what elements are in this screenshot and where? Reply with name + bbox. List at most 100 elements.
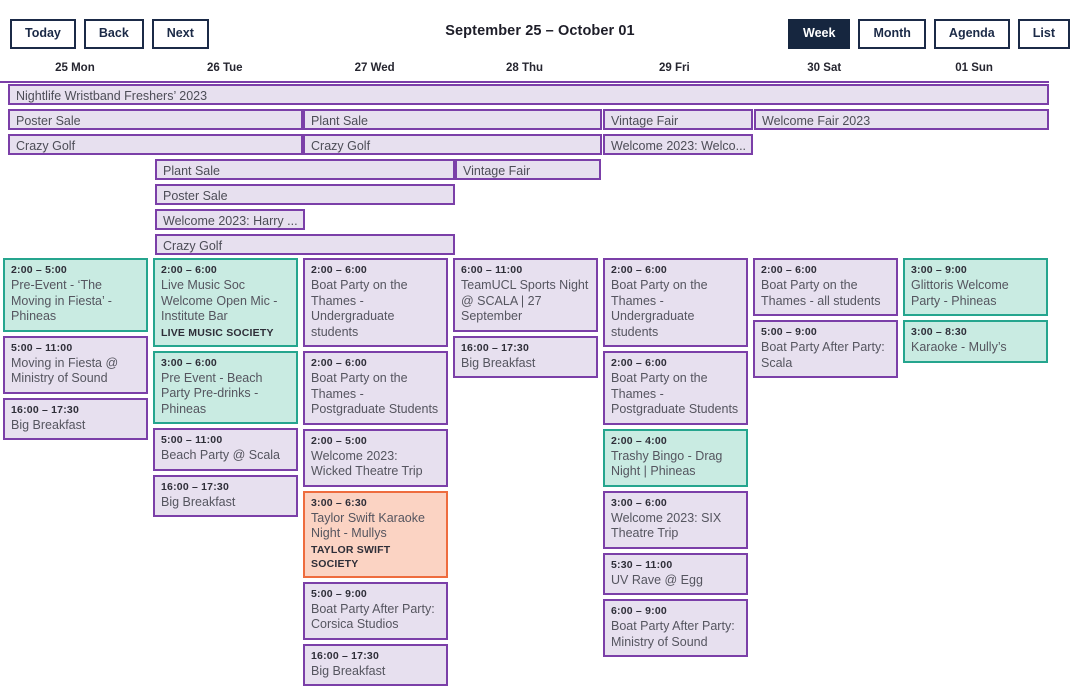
today-button[interactable]: Today [10, 19, 76, 49]
event-title: Pre-Event - ‘The Moving in Fiesta’ - Phi… [11, 278, 112, 323]
event-time: 6:00 – 9:00 [611, 605, 667, 617]
day-header-2[interactable]: 27 Wed [300, 62, 450, 81]
event-title: Boat Party After Party: Scala [761, 340, 885, 370]
event-time: 2:00 – 5:00 [11, 264, 67, 276]
event-time: 6:00 – 11:00 [461, 264, 523, 276]
event-title: Boat Party on the Thames - all students [761, 278, 881, 308]
event-time: 3:00 – 6:30 [311, 496, 367, 509]
all-day-event[interactable]: Welcome 2023: Harry ... [155, 209, 305, 230]
calendar-event[interactable]: 16:00 – 17:30 Big Breakfast [3, 397, 148, 440]
day-header-1[interactable]: 26 Tue [150, 62, 300, 81]
event-time: 5:00 – 11:00 [161, 434, 223, 446]
calendar-event[interactable]: 2:00 – 5:00 Welcome 2023: Wicked Theatre … [303, 428, 448, 487]
all-day-event[interactable]: Crazy Golf [155, 234, 455, 255]
event-society: LIVE MUSIC SOCIETY [161, 326, 274, 339]
calendar-event[interactable]: 5:30 – 11:00 UV Rave @ Egg [603, 552, 748, 595]
calendar-event[interactable]: 2:00 – 6:00 Live Music Soc Welcome Open M… [153, 258, 298, 347]
calendar-event[interactable]: 5:00 – 11:00 Moving in Fiesta @ Ministry … [3, 335, 148, 394]
calendar-event[interactable]: 16:00 – 17:30 Big Breakfast [153, 474, 298, 517]
all-day-row: Plant Sale Vintage Fair [0, 158, 1049, 183]
event-title: Live Music Soc Welcome Open Mic - Instit… [161, 278, 278, 323]
event-title: Boat Party on the Thames - Postgraduate … [611, 371, 739, 416]
all-day-row: Crazy Golf [0, 233, 1049, 258]
week-calendar: 25 Mon 26 Tue 27 Wed 28 Thu 29 Fri 30 Sat 01 S… [0, 62, 1049, 686]
event-time: 16:00 – 17:30 [11, 403, 79, 416]
event-title: Moving in Fiesta @ Ministry of Sound [11, 355, 119, 386]
event-time: 2:00 – 6:00 [311, 357, 367, 369]
event-time: 3:00 – 6:00 [611, 496, 667, 509]
all-day-event[interactable]: Poster Sale [8, 109, 303, 130]
view-agenda-button[interactable]: Agenda [933, 19, 1010, 49]
event-title: Boat Party After Party: Corsica Studios [311, 601, 435, 632]
day-header-row: 25 Mon 26 Tue 27 Wed 28 Thu 29 Fri 30 Sat 01 S… [0, 62, 1049, 81]
calendar-event[interactable]: 3:00 – 6:30 Taylor Swift Karaoke Night - … [303, 490, 448, 578]
event-time: 5:00 – 9:00 [761, 326, 817, 338]
timed-events-region: 2:00 – 5:00 Pre-Event - ‘The Moving in Fi… [0, 258, 1049, 686]
all-day-event[interactable]: Plant Sale [303, 109, 602, 130]
calendar-event[interactable]: 5:00 – 9:00 Boat Party After Party: Scala [753, 320, 898, 378]
event-title: Boat Party After Party: Ministry of Soun… [611, 619, 735, 649]
calendar-event[interactable]: 6:00 – 11:00 TeamUCL Sports Night @ SCALA… [453, 258, 598, 332]
calendar-toolbar: Today Back Next September 25 – October 01 … [0, 0, 1080, 62]
all-day-event[interactable]: Poster Sale [155, 184, 455, 205]
calendar-event[interactable]: 3:00 – 8:30 Karaoke - Mully’s [903, 320, 1048, 363]
calendar-event[interactable]: 16:00 – 17:30 Big Breakfast [453, 335, 598, 378]
day-header-0[interactable]: 25 Mon [0, 62, 150, 81]
back-button[interactable]: Back [83, 19, 144, 49]
all-day-event[interactable]: Vintage Fair [603, 109, 753, 130]
all-day-event[interactable]: Plant Sale [155, 159, 455, 180]
calendar-event[interactable]: 2:00 – 6:00 Boat Party on the Thames - al… [753, 258, 898, 316]
event-title: Welcome 2023: Wicked Theatre Trip [311, 448, 423, 479]
day-header-6[interactable]: 01 Sun [899, 62, 1049, 81]
day-header-5[interactable]: 30 Sat [749, 62, 899, 81]
calendar-event[interactable]: 3:00 – 6:00 Welcome 2023: SIX Theatre Tri… [603, 490, 748, 549]
calendar-event[interactable]: 2:00 – 4:00 Trashy Bingo - Drag Night | P… [603, 428, 748, 487]
all-day-event[interactable]: Vintage Fair [455, 159, 601, 180]
event-title: Trashy Bingo - Drag Night | Phineas [611, 448, 723, 479]
event-time: 2:00 – 6:00 [611, 264, 667, 276]
event-title: Big Breakfast [161, 494, 236, 509]
all-day-events-region: Nightlife Wristband Freshers’ 2023 Poster… [0, 83, 1049, 258]
event-time: 2:00 – 6:00 [611, 357, 667, 369]
event-title: Boat Party on the Thames - Undergraduate… [311, 278, 408, 339]
next-button[interactable]: Next [151, 19, 209, 49]
event-time: 2:00 – 6:00 [761, 264, 817, 276]
event-society: TAYLOR SWIFT SOCIETY [311, 543, 391, 570]
calendar-event[interactable]: 5:00 – 9:00 Boat Party After Party: Corsi… [303, 581, 448, 640]
all-day-event[interactable]: Crazy Golf [8, 134, 303, 155]
view-week-button[interactable]: Week [788, 19, 851, 49]
calendar-event[interactable]: 3:00 – 9:00 Glittoris Welcome Party - Phi… [903, 258, 1048, 316]
all-day-event[interactable]: Welcome Fair 2023 [754, 109, 1049, 130]
calendar-event[interactable]: 6:00 – 9:00 Boat Party After Party: Minis… [603, 599, 748, 657]
all-day-event[interactable]: Crazy Golf [303, 134, 602, 155]
day-header-4[interactable]: 29 Fri [599, 62, 749, 81]
calendar-event[interactable]: 2:00 – 6:00 Boat Party on the Thames - Po… [303, 351, 448, 425]
calendar-event[interactable]: 5:00 – 11:00 Beach Party @ Scala [153, 428, 298, 471]
navigation-button-group: Today Back Next [10, 19, 209, 49]
event-time: 16:00 – 17:30 [461, 341, 529, 354]
view-month-button[interactable]: Month [858, 19, 926, 49]
all-day-row: Poster Sale [0, 183, 1049, 208]
day-header-3[interactable]: 28 Thu [450, 62, 600, 81]
event-title: Boat Party on the Thames - Postgraduate … [311, 371, 439, 416]
event-time: 2:00 – 4:00 [611, 434, 667, 447]
event-title: Big Breakfast [11, 417, 86, 432]
all-day-event[interactable]: Welcome 2023: Welco... [603, 134, 753, 155]
event-title: Big Breakfast [461, 355, 536, 370]
event-title: Beach Party @ Scala [161, 448, 280, 462]
calendar-event[interactable]: 2:00 – 6:00 Boat Party on the Thames - Un… [603, 258, 748, 347]
day-column-2: 2:00 – 6:00 Boat Party on the Thames - Un… [303, 258, 453, 690]
day-column-4: 2:00 – 6:00 Boat Party on the Thames - Un… [603, 258, 753, 661]
calendar-event[interactable]: 2:00 – 5:00 Pre-Event - ‘The Moving in Fi… [3, 258, 148, 332]
event-time: 2:00 – 5:00 [311, 434, 367, 447]
event-title: Welcome 2023: SIX Theatre Trip [611, 510, 722, 541]
all-day-event[interactable]: Nightlife Wristband Freshers’ 2023 [8, 84, 1049, 105]
calendar-event[interactable]: 2:00 – 6:00 Boat Party on the Thames - Po… [603, 351, 748, 425]
event-title: Taylor Swift Karaoke Night - Mullys [311, 510, 425, 541]
calendar-event[interactable]: 2:00 – 6:00 Boat Party on the Thames - Un… [303, 258, 448, 347]
day-column-0: 2:00 – 5:00 Pre-Event - ‘The Moving in Fi… [3, 258, 153, 444]
view-list-button[interactable]: List [1017, 19, 1070, 49]
calendar-event[interactable]: 3:00 – 6:00 Pre Event - Beach Party Pre-d… [153, 350, 298, 424]
event-title: Glittoris Welcome Party - Phineas [911, 278, 1009, 308]
event-title: Boat Party on the Thames - Undergraduate… [611, 278, 708, 339]
